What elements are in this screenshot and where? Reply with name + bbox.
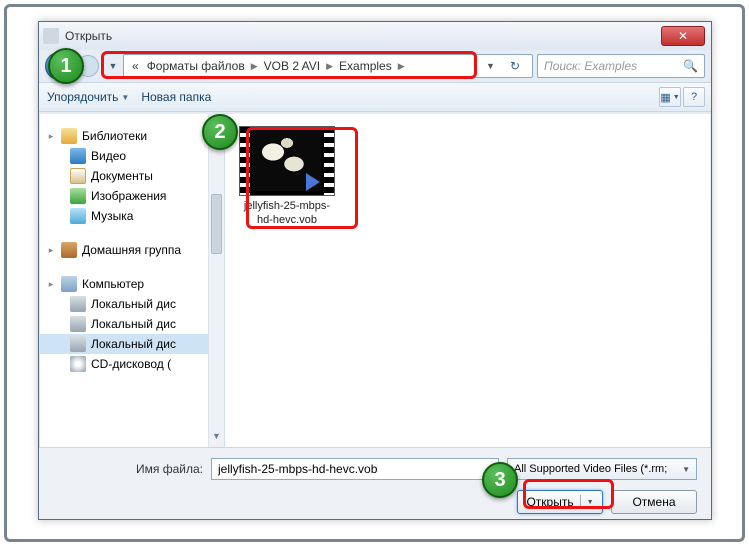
scroll-thumb[interactable]: [211, 194, 222, 254]
file-list[interactable]: jellyfish-25-mbps-hd-hevc.vob: [225, 114, 710, 447]
tree-images[interactable]: Изображения: [40, 186, 224, 206]
documents-icon: [70, 168, 86, 184]
music-icon: [70, 208, 86, 224]
expand-icon[interactable]: ▸: [46, 131, 56, 142]
play-overlay-icon: [306, 173, 320, 191]
titlebar: Открыть ✕: [39, 22, 711, 50]
refresh-icon[interactable]: ↻: [504, 54, 526, 78]
file-item[interactable]: jellyfish-25-mbps-hd-hevc.vob: [237, 126, 337, 228]
cancel-label: Отмена: [632, 495, 675, 509]
filename-input[interactable]: [211, 458, 499, 480]
hdd-icon: [70, 296, 86, 312]
tree-label: Локальный дис: [91, 297, 176, 311]
tree-label: Локальный дис: [91, 317, 176, 331]
tree-disk-selected[interactable]: Локальный дис: [40, 334, 224, 354]
annotation-badge-2: 2: [202, 114, 238, 150]
homegroup-icon: [61, 242, 77, 258]
tree-libraries[interactable]: ▸ Библиотеки: [40, 126, 224, 146]
file-thumbnail: [239, 126, 335, 196]
tree-homegroup[interactable]: ▸ Домашняя группа: [40, 240, 224, 260]
scroll-down-icon[interactable]: ▼: [209, 431, 224, 447]
tree-documents[interactable]: Документы: [40, 166, 224, 186]
search-input[interactable]: Поиск: Examples 🔍: [537, 54, 705, 78]
libraries-icon: [61, 128, 77, 144]
annotation-badge-1: 1: [48, 48, 84, 84]
button-row: Открыть ▼ Отмена: [53, 490, 697, 514]
annotation-badge-3: 3: [482, 462, 518, 498]
tree-scrollbar[interactable]: ▲ ▼: [208, 114, 224, 447]
tree-music[interactable]: Музыка: [40, 206, 224, 226]
breadcrumb-item[interactable]: VOB 2 AVI: [262, 59, 322, 73]
tree-label: Музыка: [91, 209, 133, 223]
close-button[interactable]: ✕: [661, 26, 705, 46]
tree-label: CD-дисковод (: [91, 357, 171, 371]
computer-icon: [61, 276, 77, 292]
tree-video[interactable]: Видео: [40, 146, 224, 166]
hdd-icon: [70, 316, 86, 332]
open-button[interactable]: Открыть ▼: [517, 490, 603, 514]
hdd-icon: [70, 336, 86, 352]
cancel-button[interactable]: Отмена: [611, 490, 697, 514]
images-icon: [70, 188, 86, 204]
new-folder-label: Новая папка: [141, 90, 211, 104]
new-folder-button[interactable]: Новая папка: [141, 90, 211, 104]
tree-label: Изображения: [91, 189, 166, 203]
tree-computer[interactable]: ▸ Компьютер: [40, 274, 224, 294]
search-placeholder: Поиск: Examples: [544, 59, 637, 73]
tree-label: Видео: [91, 149, 126, 163]
chevron-down-icon: ▼: [587, 499, 594, 506]
breadcrumb-root[interactable]: «: [130, 59, 141, 73]
search-icon: 🔍: [683, 59, 698, 73]
toolbar-right: ▦▼ ?: [659, 87, 705, 107]
tree-label: Библиотеки: [82, 129, 147, 143]
expand-icon[interactable]: ▸: [46, 279, 56, 290]
video-icon: [70, 148, 86, 164]
breadcrumb-item[interactable]: Examples: [337, 59, 394, 73]
file-name: jellyfish-25-mbps-hd-hevc.vob: [237, 200, 337, 228]
chevron-down-icon: ▼: [121, 93, 129, 102]
tree-disk[interactable]: Локальный дис: [40, 314, 224, 334]
breadcrumb-bar[interactable]: « Форматы файлов ▶ VOB 2 AVI ▶ Examples …: [123, 54, 533, 78]
tree-label: Документы: [91, 169, 153, 183]
open-file-dialog: Открыть ✕ ▼ « Форматы файлов ▶ VOB 2 AVI…: [38, 21, 712, 520]
body-area: ▸ Библиотеки Видео Документы Изображения…: [40, 114, 710, 447]
tree-cd[interactable]: CD-дисковод (: [40, 354, 224, 374]
cd-icon: [70, 356, 86, 372]
window-title: Открыть: [65, 29, 112, 43]
app-icon: [43, 28, 59, 44]
chevron-down-icon: ▼: [682, 465, 690, 474]
filename-row: Имя файла: All Supported Video Files (*.…: [53, 458, 697, 480]
filter-label: All Supported Video Files (*.rm;: [514, 463, 667, 475]
organize-button[interactable]: Упорядочить ▼: [47, 90, 129, 104]
tree-label: Локальный дис: [91, 337, 176, 351]
breadcrumb-item[interactable]: Форматы файлов: [145, 59, 247, 73]
help-button[interactable]: ?: [683, 87, 705, 107]
toolbar: Упорядочить ▼ Новая папка ▦▼ ?: [39, 82, 711, 112]
open-label: Открыть: [526, 495, 573, 509]
organize-label: Упорядочить: [47, 90, 118, 104]
nav-row: ▼ « Форматы файлов ▶ VOB 2 AVI ▶ Example…: [39, 50, 711, 82]
filename-label: Имя файла:: [53, 462, 203, 476]
chevron-right-icon: ▶: [398, 61, 405, 72]
view-mode-button[interactable]: ▦▼: [659, 87, 681, 107]
nav-tree: ▸ Библиотеки Видео Документы Изображения…: [40, 114, 225, 447]
chevron-right-icon: ▶: [251, 61, 258, 72]
breadcrumb-dropdown[interactable]: ▼: [486, 61, 500, 71]
expand-icon[interactable]: ▸: [46, 245, 56, 256]
bottom-panel: Имя файла: All Supported Video Files (*.…: [39, 447, 711, 519]
chevron-right-icon: ▶: [326, 61, 333, 72]
filetype-filter[interactable]: All Supported Video Files (*.rm; ▼: [507, 458, 697, 480]
tree-label: Домашняя группа: [82, 243, 181, 257]
nav-history-dropdown[interactable]: ▼: [107, 55, 119, 77]
tree-disk[interactable]: Локальный дис: [40, 294, 224, 314]
tree-label: Компьютер: [82, 277, 144, 291]
